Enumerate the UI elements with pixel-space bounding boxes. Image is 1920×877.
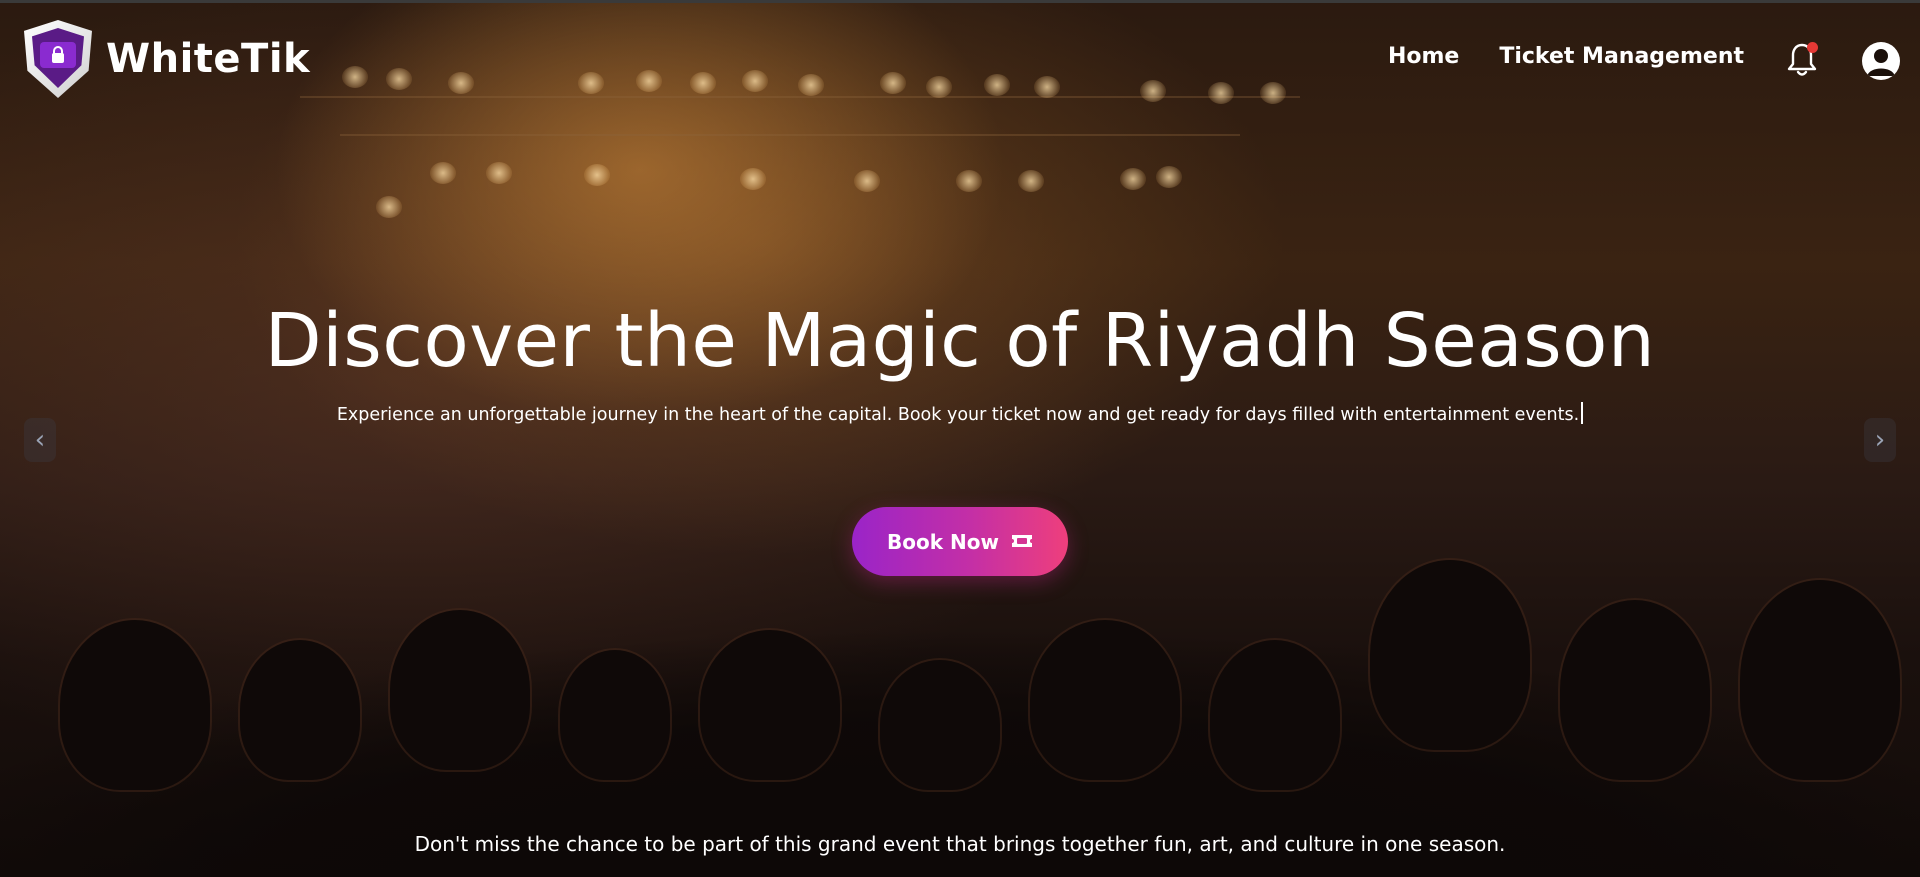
notification-dot [1807,42,1818,53]
top-navbar: WhiteTik Home Ticket Management [0,0,1920,120]
stage-light [1120,168,1146,190]
crowd-head [60,620,210,790]
stage-light [486,162,512,184]
crowd-head [700,630,840,780]
user-circle-icon[interactable] [1862,42,1900,80]
brand-logo[interactable]: WhiteTik [24,20,310,98]
stage-light [1018,170,1044,192]
crowd-head [1370,560,1530,750]
bell-icon[interactable] [1786,42,1818,78]
nav-links: Home Ticket Management [1388,44,1744,69]
stage-light [740,168,766,190]
stage-light [430,162,456,184]
crowd-head [1740,580,1900,780]
chevron-left-icon: ‹ [34,425,46,455]
hero-subtitle: Experience an unforgettable journey in t… [0,402,1920,425]
stage-truss [340,134,1240,136]
nav-link-ticket-management[interactable]: Ticket Management [1499,44,1744,69]
stage-light [854,170,880,192]
hero-background [0,0,1920,877]
chevron-right-icon: › [1874,425,1886,455]
crowd-head [560,650,670,780]
crowd-head [880,660,1000,790]
ticket-icon [1011,530,1033,554]
crowd-head [1030,620,1180,780]
crowd-head [1210,640,1340,790]
hero-title: Discover the Magic of Riyadh Season [264,298,1656,384]
stage-light [584,164,610,186]
nav-link-home[interactable]: Home [1388,44,1459,69]
stage-light [376,196,402,218]
book-now-label: Book Now [887,529,999,554]
stage-light [956,170,982,192]
text-cursor [1581,402,1584,424]
crowd-head [240,640,360,780]
brand-name: WhiteTik [106,36,311,82]
book-now-button[interactable]: Book Now [852,507,1068,576]
hero-subtitle-text: Experience an unforgettable journey in t… [336,405,1580,425]
hero-footer-text: Don't miss the chance to be part of this… [414,832,1506,856]
stage-light [1156,166,1182,188]
crowd-head [390,610,530,770]
shield-ticket-lock-logo-icon [24,20,92,98]
crowd-head [1560,600,1710,780]
